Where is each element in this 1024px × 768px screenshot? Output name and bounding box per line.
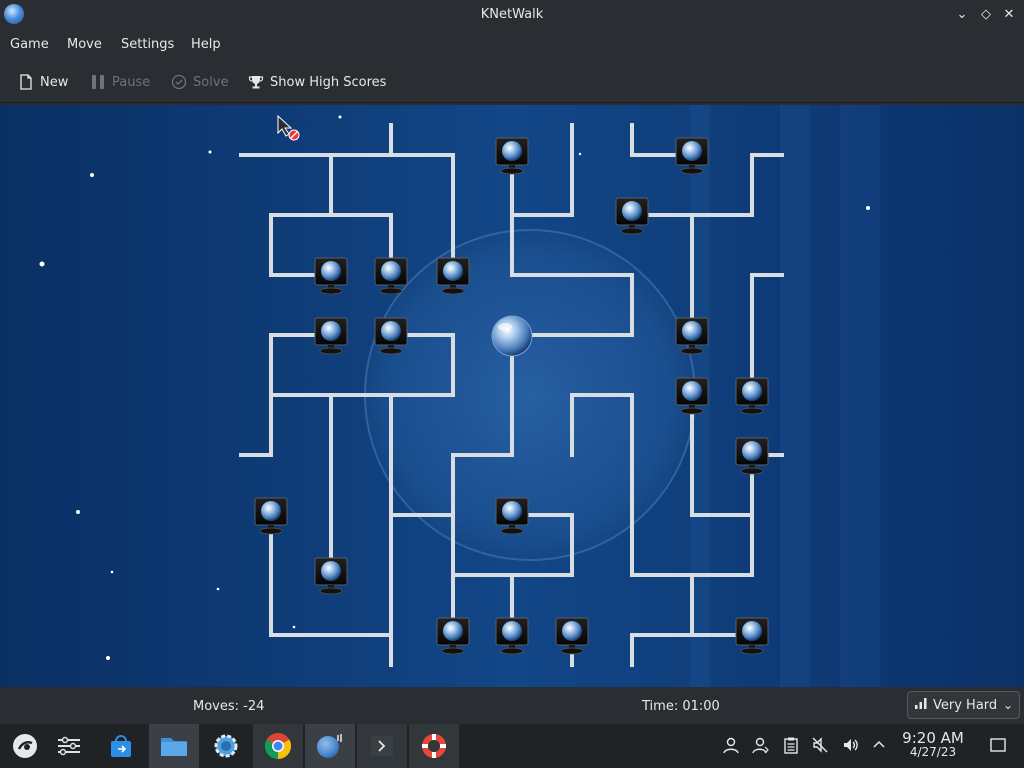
chrome-icon	[264, 733, 292, 760]
show-high-scores-label: Show High Scores	[270, 74, 387, 90]
task-help[interactable]	[409, 724, 459, 768]
files-icon	[161, 738, 187, 756]
menu-move[interactable]: Move	[67, 37, 102, 52]
chevron-down-icon: ⌄	[1002, 698, 1013, 712]
difficulty-select[interactable]: Very Hard ⌄	[907, 691, 1020, 719]
user-switch-icon[interactable]	[751, 736, 771, 756]
task-chrome[interactable]	[253, 724, 303, 768]
task-terminal[interactable]	[357, 724, 407, 768]
menu-help[interactable]: Help	[191, 37, 221, 52]
volume-icon[interactable]	[841, 736, 861, 756]
show-desktop-icon[interactable]	[988, 736, 1008, 756]
system-settings-icon	[214, 734, 238, 758]
new-document-icon	[18, 74, 34, 90]
menu-settings[interactable]: Settings	[121, 37, 174, 52]
new-label: New	[40, 74, 69, 90]
task-knetwalk[interactable]	[305, 724, 355, 768]
task-settings[interactable]	[44, 724, 94, 768]
clock-date: 4/27/23	[909, 745, 957, 759]
status-bar: Moves: -24 Time: 01:00 Very Hard ⌄	[0, 687, 1024, 724]
menu-game[interactable]: Game	[10, 37, 49, 52]
knetwalk-icon	[317, 734, 342, 758]
app-menu-icon	[13, 734, 37, 758]
solve-label: Solve	[193, 74, 229, 90]
game-board-svg[interactable]	[0, 105, 1024, 687]
task-system-settings[interactable]	[201, 724, 251, 768]
help-icon	[422, 734, 446, 758]
pause-label: Pause	[112, 74, 151, 90]
store-icon	[111, 735, 131, 757]
minimize-icon[interactable]: ⌄	[952, 5, 972, 25]
window-title: KNetWalk	[480, 7, 544, 22]
microphone-muted-icon[interactable]	[810, 736, 830, 756]
user-icon[interactable]	[721, 736, 741, 756]
pause-button[interactable]: Pause	[90, 72, 150, 92]
taskbar: 9:20 AM 4/27/23	[0, 724, 1024, 768]
clipboard-icon[interactable]	[781, 736, 801, 756]
time-display: Time: 01:00	[642, 699, 720, 714]
terminal-icon	[371, 736, 393, 756]
signal-bars-icon	[914, 696, 928, 714]
app-launcher-button[interactable]	[0, 724, 50, 768]
toolbar: New Pause Solve Show High Scores	[0, 62, 1024, 103]
pause-icon	[90, 74, 106, 90]
menu-bar: Game Move Settings Help	[0, 30, 1024, 60]
game-board[interactable]	[0, 105, 1024, 687]
task-store[interactable]	[96, 724, 146, 768]
trophy-icon	[248, 74, 264, 90]
server-globe[interactable]	[491, 315, 533, 357]
maximize-icon[interactable]: ◇	[976, 5, 996, 25]
solve-button[interactable]: Solve	[171, 72, 229, 92]
settings-icon	[58, 736, 80, 756]
moves-counter: Moves: -24	[193, 699, 265, 714]
task-files[interactable]	[149, 724, 199, 768]
check-circle-icon	[171, 74, 187, 90]
clock[interactable]: 9:20 AM 4/27/23	[896, 729, 970, 759]
difficulty-value: Very Hard	[933, 697, 998, 713]
title-bar: KNetWalk ⌄ ◇ ✕	[0, 0, 1024, 30]
show-high-scores-button[interactable]: Show High Scores	[248, 72, 386, 92]
close-icon[interactable]: ✕	[999, 5, 1019, 25]
tray-expand-icon[interactable]	[869, 736, 889, 756]
new-button[interactable]: New	[18, 72, 68, 92]
